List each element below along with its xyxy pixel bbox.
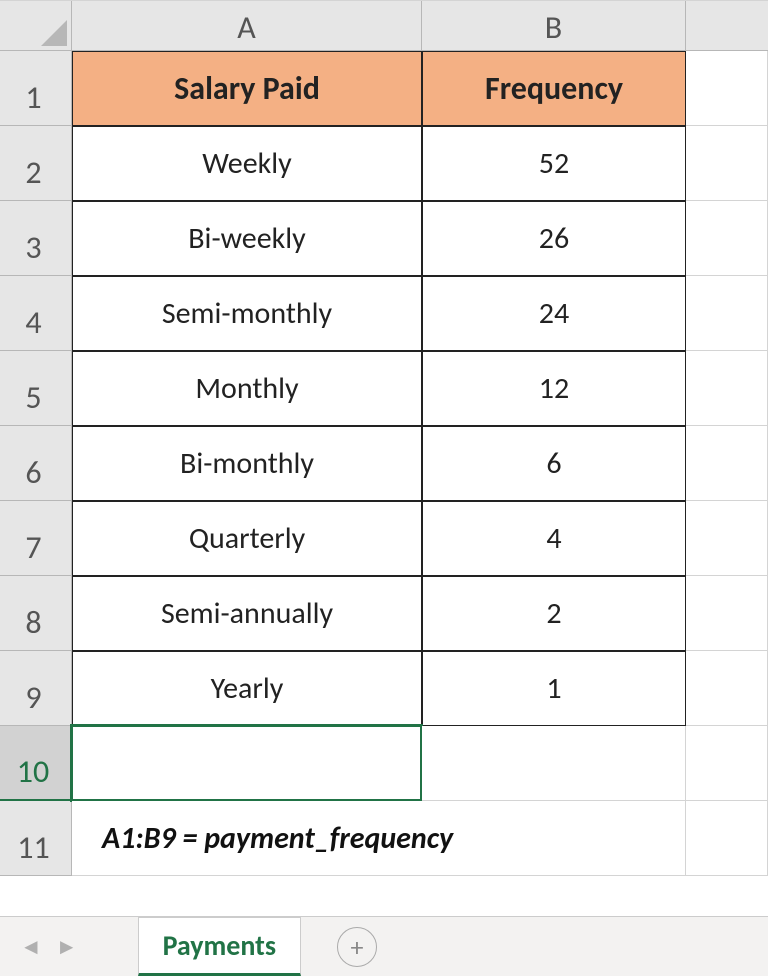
cell-A5[interactable]: Monthly [72, 351, 422, 426]
row-header-8[interactable]: 8 [0, 576, 72, 651]
cell-overflow-11[interactable] [686, 801, 768, 876]
cell-A11[interactable]: A1:B9 = payment_frequency [72, 801, 686, 876]
cell-B1[interactable]: Frequency [422, 51, 686, 126]
cell-overflow-9[interactable] [686, 651, 768, 726]
cell-overflow-7[interactable] [686, 501, 768, 576]
grid-area: A B 1 Salary Paid Frequency 2 Weekly 52 … [0, 0, 768, 876]
cell-overflow-6[interactable] [686, 426, 768, 501]
cell-overflow-3[interactable] [686, 201, 768, 276]
cell-A8[interactable]: Semi-annually [72, 576, 422, 651]
row-header-4[interactable]: 4 [0, 276, 72, 351]
cell-A7[interactable]: Quarterly [72, 501, 422, 576]
select-all-triangle-icon [41, 20, 67, 46]
cell-A3[interactable]: Bi-weekly [72, 201, 422, 276]
row-header-7[interactable]: 7 [0, 501, 72, 576]
row-header-11[interactable]: 11 [0, 801, 72, 876]
cell-B8[interactable]: 2 [422, 576, 686, 651]
column-header-A[interactable]: A [72, 1, 422, 51]
sheet-tab-bar: ◄ ► Payments + [0, 916, 768, 976]
cell-overflow-5[interactable] [686, 351, 768, 426]
cell-B2[interactable]: 52 [422, 126, 686, 201]
cell-overflow-8[interactable] [686, 576, 768, 651]
cell-B7[interactable]: 4 [422, 501, 686, 576]
column-header-overflow [686, 1, 768, 51]
cell-B10[interactable] [422, 726, 686, 801]
cell-A6[interactable]: Bi-monthly [72, 426, 422, 501]
cell-overflow-10[interactable] [686, 726, 768, 801]
cell-A4[interactable]: Semi-monthly [72, 276, 422, 351]
row-header-1[interactable]: 1 [0, 51, 72, 126]
row-header-9[interactable]: 9 [0, 651, 72, 726]
column-header-B[interactable]: B [422, 1, 686, 51]
cell-overflow-4[interactable] [686, 276, 768, 351]
sheet-tab-payments[interactable]: Payments [138, 917, 301, 976]
cell-B5[interactable]: 12 [422, 351, 686, 426]
tab-nav-prev-icon[interactable]: ◄ [20, 933, 42, 960]
tab-nav-arrows: ◄ ► [20, 933, 78, 960]
new-sheet-button[interactable]: + [337, 927, 377, 967]
cell-A2[interactable]: Weekly [72, 126, 422, 201]
cell-B6[interactable]: 6 [422, 426, 686, 501]
cell-B3[interactable]: 26 [422, 201, 686, 276]
row-header-5[interactable]: 5 [0, 351, 72, 426]
cell-overflow-1[interactable] [686, 51, 768, 126]
cell-A1[interactable]: Salary Paid [72, 51, 422, 126]
cell-A9[interactable]: Yearly [72, 651, 422, 726]
row-header-6[interactable]: 6 [0, 426, 72, 501]
cell-overflow-2[interactable] [686, 126, 768, 201]
select-all-corner[interactable] [0, 1, 72, 51]
active-cell-indicator [70, 724, 423, 802]
cell-A10[interactable] [72, 726, 422, 801]
row-header-3[interactable]: 3 [0, 201, 72, 276]
plus-icon: + [351, 931, 364, 963]
cell-B9[interactable]: 1 [422, 651, 686, 726]
row-header-2[interactable]: 2 [0, 126, 72, 201]
tab-nav-next-icon[interactable]: ► [56, 933, 78, 960]
cell-B4[interactable]: 24 [422, 276, 686, 351]
row-header-10[interactable]: 10 [0, 726, 72, 801]
